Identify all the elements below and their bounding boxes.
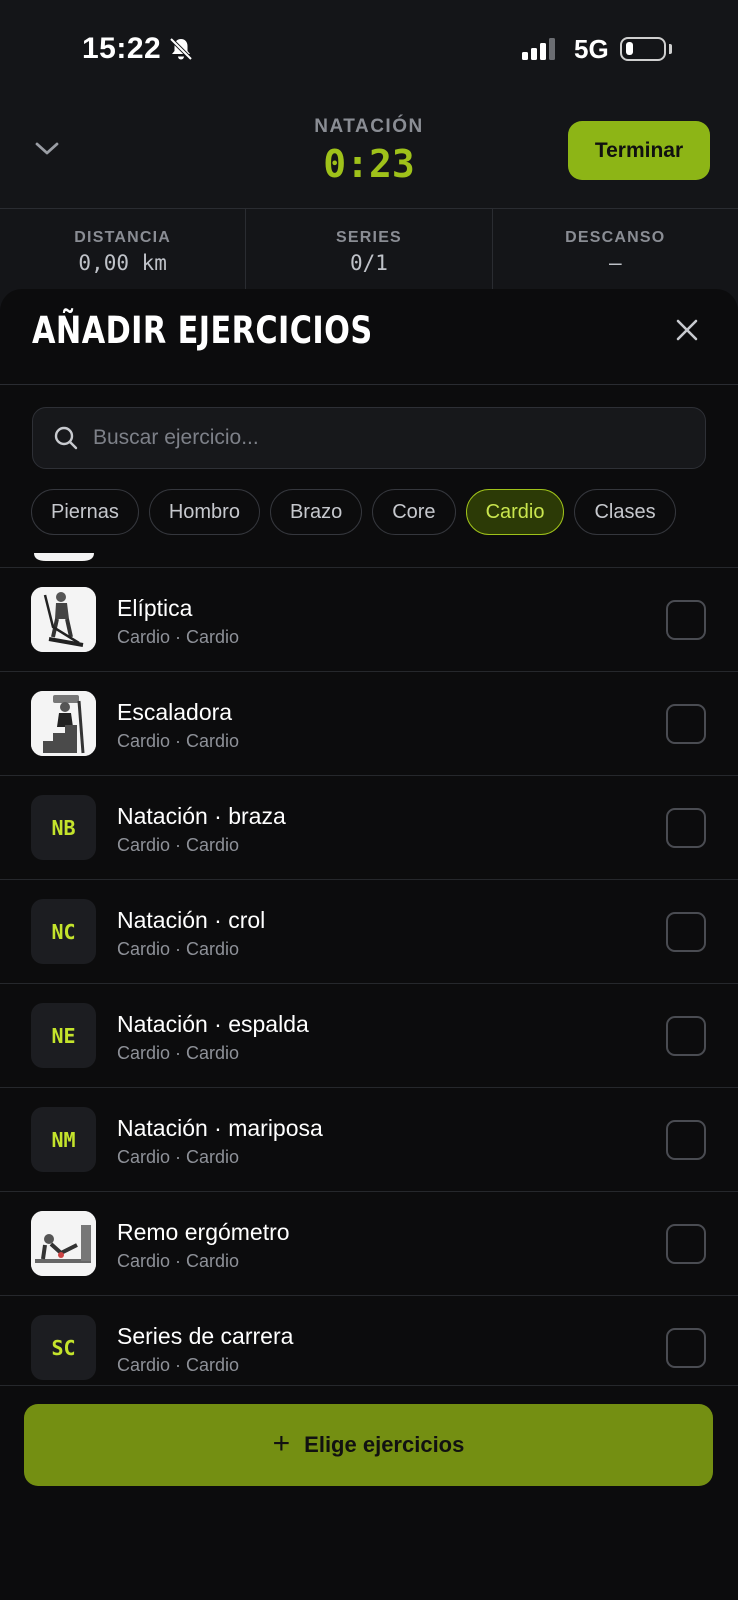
list-item[interactable]: SC Series de carrera Cardio · Cardio	[0, 1295, 738, 1385]
stat-value: 0,00 km	[78, 251, 167, 275]
choose-exercises-button[interactable]: + Elige ejercicios	[24, 1404, 713, 1486]
initials-avatar: NM	[31, 1107, 96, 1172]
cellular-signal-icon	[522, 38, 558, 67]
exercise-name: Natación · crol	[117, 907, 266, 933]
stat-label: SERIES	[336, 229, 402, 246]
category-chips: Piernas Hombro Brazo Core Cardio Clases	[31, 489, 676, 537]
search-input[interactable]: Buscar ejercicio...	[32, 407, 706, 469]
bottom-action-area: + Elige ejercicios	[0, 1385, 738, 1600]
elliptical-image	[31, 587, 96, 652]
stat-label: DESCANSO	[565, 229, 666, 246]
initials-avatar: NB	[31, 795, 96, 860]
list-item[interactable]: Escaladora Cardio · Cardio	[0, 671, 738, 776]
initials-avatar: NE	[31, 1003, 96, 1068]
exercise-category: Cardio · Cardio	[117, 627, 240, 647]
stat-rest: DESCANSO —	[493, 209, 738, 289]
stair-climber-image	[31, 691, 96, 756]
network-label: 5G	[574, 34, 609, 64]
search-icon	[53, 425, 79, 456]
list-item[interactable]: Remo ergómetro Cardio · Cardio	[0, 1191, 738, 1296]
bell-muted-icon	[168, 36, 194, 67]
chip-hombro[interactable]: Hombro	[148, 489, 260, 535]
sheet-title: AÑADIR EJERCICIOS	[32, 309, 373, 352]
list-item[interactable]: Elíptica Cardio · Cardio	[0, 567, 738, 672]
select-checkbox[interactable]	[666, 1120, 706, 1160]
exercise-category: Cardio · Cardio	[117, 1355, 240, 1375]
stat-value: —	[608, 251, 622, 275]
chip-piernas[interactable]: Piernas	[31, 489, 139, 535]
close-icon[interactable]	[676, 319, 698, 346]
stat-distance: DISTANCIA 0,00 km	[0, 209, 247, 289]
stat-label: DISTANCIA	[74, 229, 172, 246]
search-placeholder: Buscar ejercicio...	[93, 426, 259, 449]
select-checkbox[interactable]	[666, 600, 706, 640]
select-checkbox[interactable]	[666, 704, 706, 744]
chip-cardio[interactable]: Cardio	[465, 489, 565, 535]
exercise-category: Cardio · Cardio	[117, 1147, 240, 1167]
initials-avatar: SC	[31, 1315, 96, 1380]
exercise-initials: SC	[51, 1335, 76, 1360]
exercise-initials: NE	[51, 1023, 76, 1048]
exercise-name: Escaladora	[117, 699, 233, 725]
divider	[0, 384, 738, 385]
exercise-category: Cardio · Cardio	[117, 835, 240, 855]
chip-brazo[interactable]: Brazo	[269, 489, 363, 535]
exercise-name: Elíptica	[117, 595, 193, 621]
exercise-list[interactable]: Elíptica Cardio · Cardio Escaladora Card…	[0, 550, 738, 1385]
exercise-name: Remo ergómetro	[117, 1219, 290, 1245]
select-checkbox[interactable]	[666, 808, 706, 848]
stat-value: 0/1	[350, 251, 388, 275]
exercise-name: Series de carrera	[117, 1323, 294, 1349]
rowing-image	[31, 1211, 96, 1276]
exercise-category: Cardio · Cardio	[117, 1251, 240, 1271]
finish-button[interactable]: Terminar	[568, 121, 710, 180]
select-checkbox[interactable]	[666, 912, 706, 952]
battery-level	[626, 42, 633, 55]
partial-thumbnail	[32, 550, 96, 561]
exercise-category: Cardio · Cardio	[117, 939, 240, 959]
select-checkbox[interactable]	[666, 1224, 706, 1264]
cta-label: Elige ejercicios	[304, 1432, 465, 1457]
exercise-name: Natación · braza	[117, 803, 286, 829]
exercise-initials: NB	[51, 815, 76, 840]
list-item[interactable]: NC Natación · crol Cardio · Cardio	[0, 879, 738, 984]
battery-icon	[620, 37, 666, 61]
workout-stats: DISTANCIA 0,00 km SERIES 0/1 DESCANSO —	[0, 208, 738, 289]
chip-core[interactable]: Core	[372, 489, 456, 535]
status-bar: 15:22 5G	[0, 0, 738, 100]
status-time: 15:22	[82, 32, 162, 65]
stat-series: SERIES 0/1	[246, 209, 493, 289]
exercise-name: Natación · espalda	[117, 1011, 309, 1037]
select-checkbox[interactable]	[666, 1328, 706, 1368]
list-item[interactable]: NM Natación · mariposa Cardio · Cardio	[0, 1087, 738, 1192]
workout-header: NATACIÓN 0:23 Terminar	[0, 100, 738, 208]
list-item[interactable]: NE Natación · espalda Cardio · Cardio	[0, 983, 738, 1088]
add-exercises-sheet: AÑADIR EJERCICIOS Buscar ejercicio... Pi…	[0, 289, 738, 1600]
initials-avatar: NC	[31, 899, 96, 964]
exercise-name: Natación · mariposa	[117, 1115, 323, 1141]
list-item[interactable]: NB Natación · braza Cardio · Cardio	[0, 775, 738, 880]
exercise-category: Cardio · Cardio	[117, 1043, 240, 1063]
select-checkbox[interactable]	[666, 1016, 706, 1056]
exercise-category: Cardio · Cardio	[117, 731, 240, 751]
plus-icon: +	[272, 1426, 291, 1460]
exercise-initials: NM	[51, 1127, 76, 1152]
chip-clases[interactable]: Clases	[574, 489, 676, 535]
exercise-initials: NC	[51, 919, 76, 944]
